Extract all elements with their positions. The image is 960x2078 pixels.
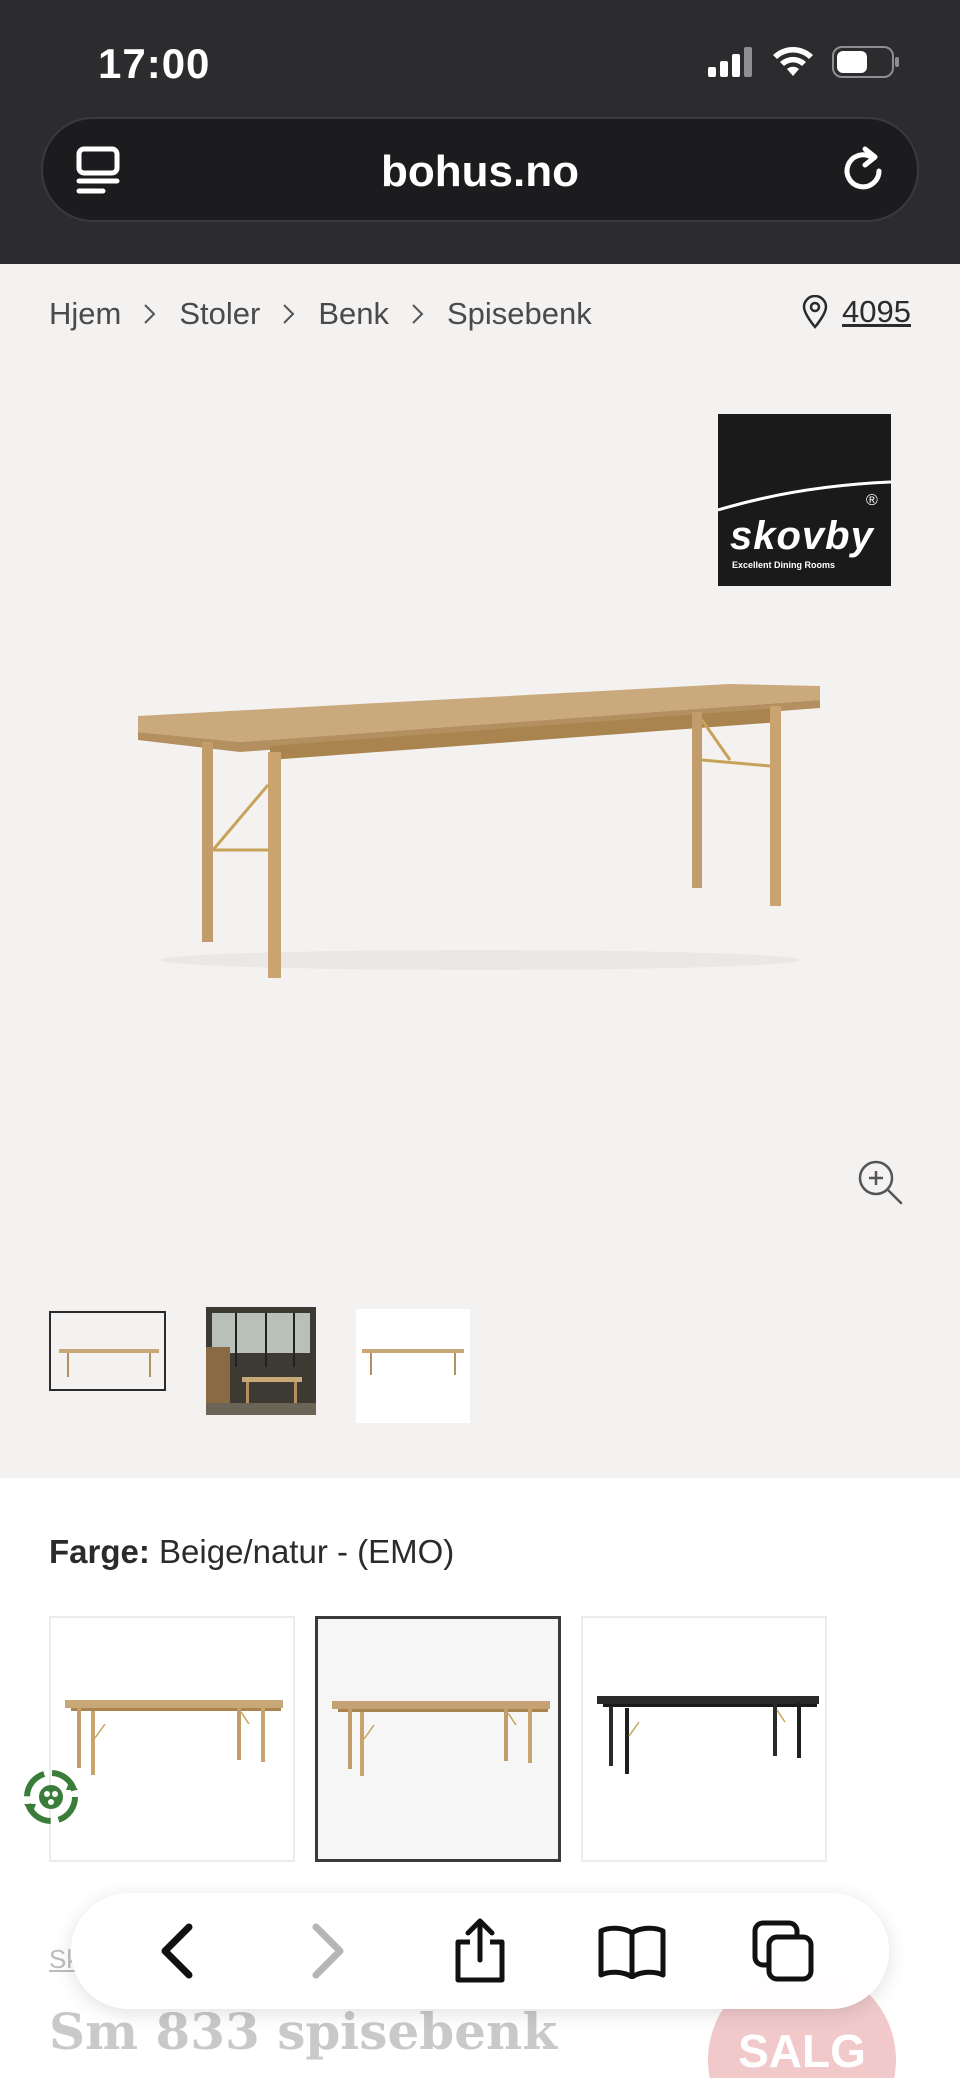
swatch-oak-image (65, 1700, 283, 1775)
brand-name: skovby (730, 514, 874, 558)
thumbnail-bench-front-image (356, 1309, 470, 1423)
registered-mark: ® (866, 492, 878, 509)
status-icons (708, 46, 900, 78)
chevron-right-icon (283, 304, 295, 324)
recycle-icon[interactable] (18, 1764, 84, 1830)
chevron-left-icon (161, 1923, 193, 1979)
breadcrumb-home[interactable]: Hjem (49, 296, 121, 332)
browser-toolbar (71, 1893, 889, 2009)
share-button[interactable] (444, 1915, 516, 1987)
thumbnail-1[interactable] (49, 1311, 166, 1391)
thumbnail-bench-image (51, 1313, 164, 1389)
wifi-icon (773, 47, 813, 76)
chevron-right-icon (412, 304, 424, 324)
address-bar[interactable]: bohus.no (41, 117, 919, 222)
color-label-title: Farge: (49, 1533, 150, 1570)
brand-tagline: Excellent Dining Rooms (732, 560, 836, 570)
color-swatch-beige-natur[interactable] (315, 1616, 561, 1862)
thumbnail-2[interactable] (206, 1307, 316, 1415)
image-thumbnails (49, 1307, 470, 1423)
color-label: Farge: Beige/natur - (EMO) (49, 1533, 454, 1571)
browser-top-bar: 17:00 bohus.no (0, 0, 960, 264)
color-label-value: Beige/natur - (EMO) (159, 1533, 455, 1570)
brand-logo: ® skovby Excellent Dining Rooms (718, 414, 891, 586)
location-pin-icon (802, 295, 828, 329)
thumbnail-room-image (206, 1307, 316, 1415)
tabs-button[interactable] (747, 1915, 819, 1987)
color-swatch-oak[interactable] (49, 1616, 295, 1862)
back-button[interactable] (141, 1915, 213, 1987)
breadcrumb-benk[interactable]: Benk (318, 296, 389, 332)
breadcrumb: Hjem Stoler Benk Spisebenk (49, 296, 592, 332)
store-code-link[interactable]: 4095 (842, 294, 911, 330)
url-text[interactable]: bohus.no (43, 147, 917, 197)
color-swatches (49, 1616, 827, 1862)
color-swatch-black[interactable] (581, 1616, 827, 1862)
battery-icon (832, 46, 899, 78)
cellular-signal-icon (708, 47, 752, 77)
thumbnail-3[interactable] (356, 1309, 470, 1423)
chevron-right-icon (312, 1923, 344, 1979)
zoom-in-icon[interactable] (856, 1158, 904, 1206)
tabs-icon (752, 1920, 814, 1982)
store-selector[interactable]: 4095 (802, 294, 911, 330)
breadcrumb-stoler[interactable]: Stoler (179, 296, 260, 332)
book-icon (598, 1925, 666, 1979)
share-icon (455, 1918, 505, 1983)
sale-badge-label: SALG (738, 2025, 866, 2077)
swatch-beige-image (332, 1701, 550, 1776)
product-image[interactable] (120, 660, 840, 980)
chevron-right-icon (144, 304, 156, 324)
reload-icon[interactable] (835, 143, 891, 199)
bookmarks-button[interactable] (596, 1915, 668, 1987)
breadcrumb-spisebenk: Spisebenk (447, 296, 592, 331)
forward-button[interactable] (292, 1915, 364, 1987)
product-title: Sm 833 spisebenk (49, 2002, 558, 2061)
swatch-black-image (597, 1696, 819, 1774)
status-time: 17:00 (98, 40, 211, 87)
